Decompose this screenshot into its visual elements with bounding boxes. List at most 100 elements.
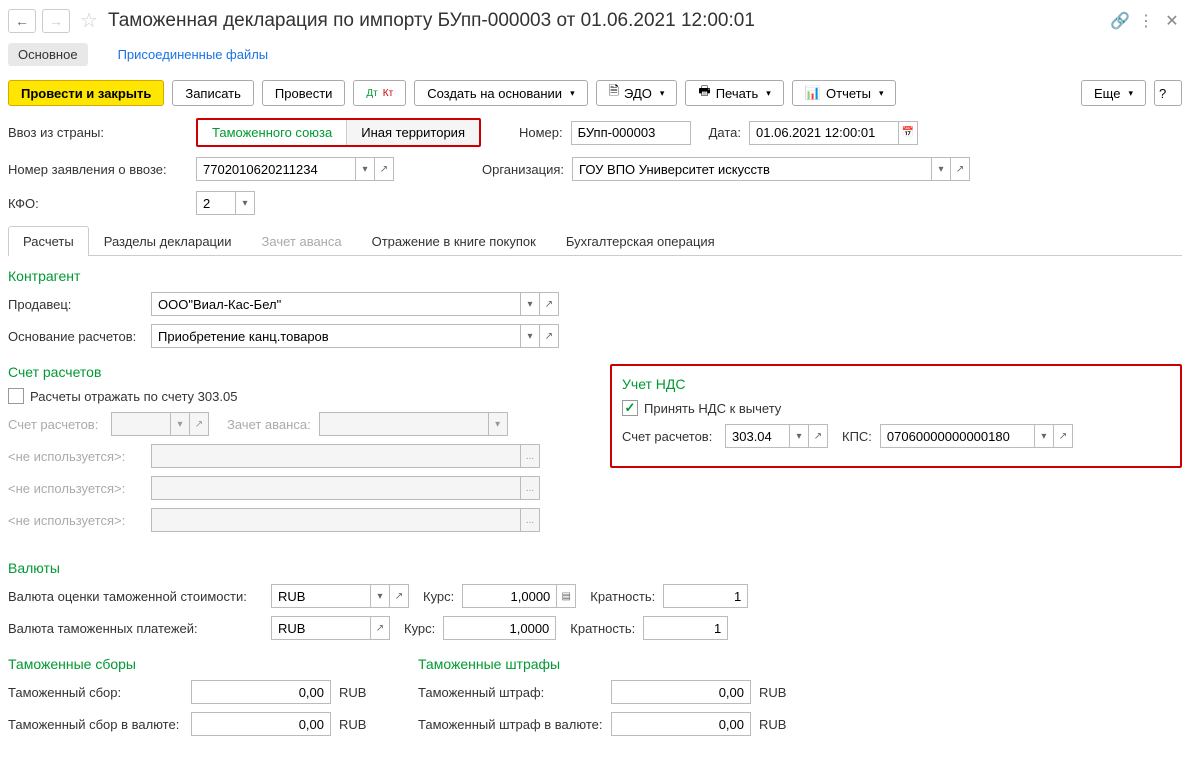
number-label: Номер: <box>519 125 563 140</box>
more-button[interactable]: Еще <box>1081 80 1146 106</box>
open-icon[interactable]: ↗ <box>539 292 559 316</box>
app-num-input[interactable] <box>196 157 356 181</box>
fines-title: Таможенные штрафы <box>418 656 798 672</box>
open-icon: ↗ <box>189 412 209 436</box>
unused-input-1 <box>151 444 521 468</box>
chevron-down-icon[interactable]: ▾ <box>520 324 540 348</box>
fine-cur-input[interactable] <box>611 712 751 736</box>
pay-mult-label: Кратность: <box>570 621 635 636</box>
accept-vat-checkbox[interactable]: ✓ <box>622 400 638 416</box>
reflect-label: Расчеты отражать по счету 303.05 <box>30 389 237 404</box>
rate-label: Курс: <box>423 589 454 604</box>
vat-account-input[interactable] <box>725 424 790 448</box>
chevron-down-icon[interactable]: ▾ <box>370 584 390 608</box>
forward-button[interactable]: → <box>42 9 70 33</box>
chevron-down-icon[interactable]: ▾ <box>1034 424 1054 448</box>
chevron-down-icon[interactable]: ▾ <box>235 191 255 215</box>
seller-label: Продавец: <box>8 297 143 312</box>
kfo-input[interactable] <box>196 191 236 215</box>
eval-currency-input[interactable] <box>271 584 371 608</box>
fee-cur-input[interactable] <box>191 712 331 736</box>
accept-vat-label: Принять НДС к вычету <box>644 401 781 416</box>
open-icon[interactable]: ↗ <box>374 157 394 181</box>
chevron-down-icon[interactable]: ▾ <box>355 157 375 181</box>
tab-calculations[interactable]: Расчеты <box>8 226 89 256</box>
post-close-button[interactable]: Провести и закрыть <box>8 80 164 106</box>
basis-input[interactable] <box>151 324 521 348</box>
org-input[interactable] <box>572 157 932 181</box>
save-button[interactable]: Записать <box>172 80 254 106</box>
calc-icon[interactable]: ▤ <box>556 584 576 608</box>
chevron-down-icon: ▾ <box>488 412 508 436</box>
date-input[interactable] <box>749 121 899 145</box>
chevron-down-icon[interactable]: ▾ <box>931 157 951 181</box>
tab-sections[interactable]: Разделы декларации <box>89 226 247 256</box>
fee-input[interactable] <box>191 680 331 704</box>
subnav-main[interactable]: Основное <box>8 43 88 66</box>
counterparty-title: Контрагент <box>8 268 1182 284</box>
unused-input-2 <box>151 476 521 500</box>
edo-icon: 🗎 <box>609 82 619 104</box>
fine-input[interactable] <box>611 680 751 704</box>
mult-label: Кратность: <box>590 589 655 604</box>
seller-input[interactable] <box>151 292 521 316</box>
open-icon[interactable]: ↗ <box>1053 424 1073 448</box>
print-icon: 🖶 <box>698 82 710 104</box>
open-icon[interactable]: ↗ <box>370 616 390 640</box>
close-icon[interactable]: ✕ <box>1162 11 1182 31</box>
create-based-button[interactable]: Создать на основании <box>414 80 587 106</box>
ellipsis-icon: ... <box>520 444 540 468</box>
pay-rate-input[interactable] <box>443 616 556 640</box>
fine-label: Таможенный штраф: <box>418 685 603 700</box>
app-num-label: Номер заявления о ввозе: <box>8 162 188 177</box>
link-icon[interactable]: 🔗 <box>1110 11 1130 31</box>
settlement-title: Счет расчетов <box>8 364 580 380</box>
mult-input[interactable] <box>663 584 748 608</box>
pay-currency-input[interactable] <box>271 616 371 640</box>
advance-label: Зачет аванса: <box>227 417 311 432</box>
rub-label: RUB <box>759 685 786 700</box>
chevron-down-icon: ▾ <box>170 412 190 436</box>
ellipsis-icon: ... <box>520 508 540 532</box>
basis-label: Основание расчетов: <box>8 329 143 344</box>
post-button[interactable]: Провести <box>262 80 346 106</box>
import-from-label: Ввоз из страны: <box>8 125 188 140</box>
rate-input[interactable] <box>462 584 557 608</box>
rub-label: RUB <box>339 717 366 732</box>
vat-highlight-box: Учет НДС ✓ Принять НДС к вычету Счет рас… <box>610 364 1182 468</box>
dtKt-button[interactable]: ДтКт <box>353 80 406 106</box>
open-icon[interactable]: ↗ <box>808 424 828 448</box>
settle-account-input <box>111 412 171 436</box>
toggle-other[interactable]: Иная территория <box>346 120 479 145</box>
reports-button[interactable]: 📊Отчеты <box>792 80 897 106</box>
tab-advance[interactable]: Зачет аванса <box>247 226 357 256</box>
open-icon[interactable]: ↗ <box>389 584 409 608</box>
reports-icon: 📊 <box>805 85 821 101</box>
chevron-down-icon[interactable]: ▾ <box>789 424 809 448</box>
open-icon[interactable]: ↗ <box>950 157 970 181</box>
print-button[interactable]: 🖶Печать <box>685 80 783 106</box>
pay-currency-label: Валюта таможенных платежей: <box>8 621 263 636</box>
toggle-union[interactable]: Таможенного союза <box>198 120 346 145</box>
kfo-label: КФО: <box>8 196 188 211</box>
reflect-checkbox[interactable] <box>8 388 24 404</box>
chevron-down-icon[interactable]: ▾ <box>520 292 540 316</box>
back-button[interactable]: ← <box>8 9 36 33</box>
number-input[interactable] <box>571 121 691 145</box>
favorite-star-icon[interactable]: ☆ <box>80 8 98 33</box>
more-vert-icon[interactable]: ⋮ <box>1136 11 1156 31</box>
tab-purchase-book[interactable]: Отражение в книге покупок <box>357 226 551 256</box>
subnav-files[interactable]: Присоединенные файлы <box>108 43 279 66</box>
territory-toggle: Таможенного союза Иная территория <box>196 118 481 147</box>
calendar-icon[interactable]: 📅 <box>898 121 918 145</box>
help-button[interactable]: ? <box>1154 80 1182 106</box>
kps-input[interactable] <box>880 424 1035 448</box>
vat-account-label: Счет расчетов: <box>622 429 717 444</box>
fees-title: Таможенные сборы <box>8 656 388 672</box>
fee-cur-label: Таможенный сбор в валюте: <box>8 717 183 732</box>
tab-accounting[interactable]: Бухгалтерская операция <box>551 226 730 256</box>
edo-button[interactable]: 🗎ЭДО <box>596 80 678 106</box>
unused-label-1: <не используется>: <box>8 449 143 464</box>
pay-mult-input[interactable] <box>643 616 728 640</box>
open-icon[interactable]: ↗ <box>539 324 559 348</box>
